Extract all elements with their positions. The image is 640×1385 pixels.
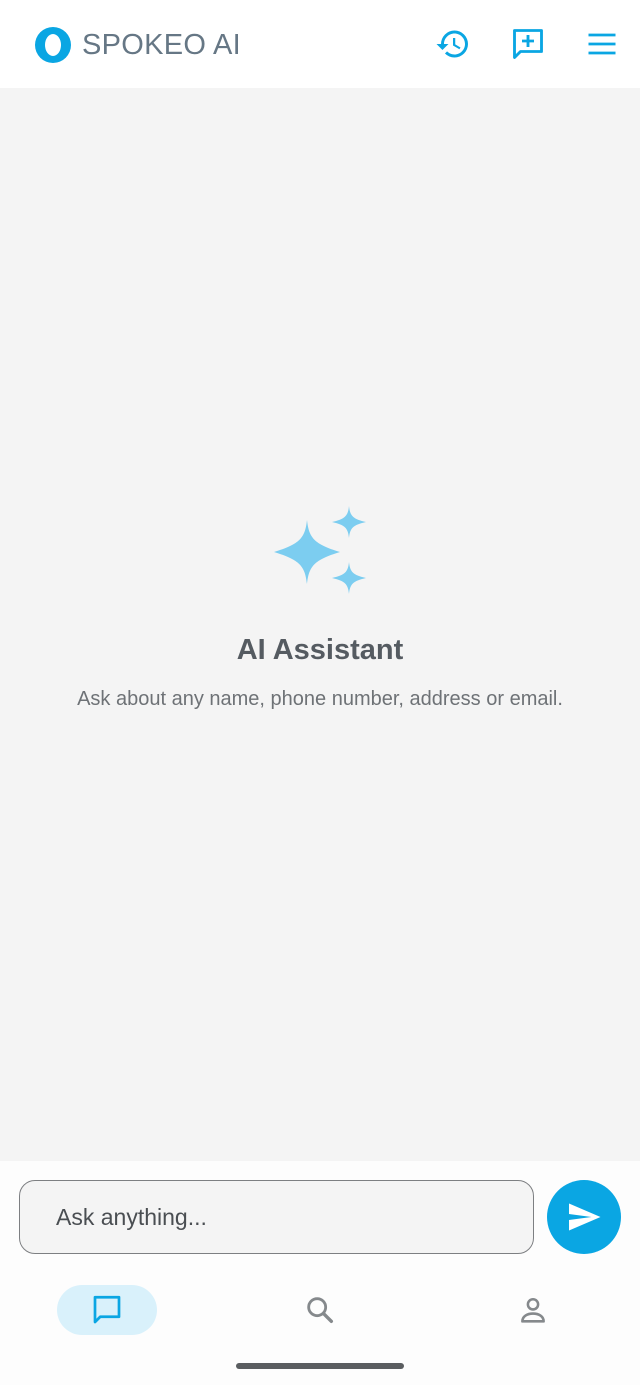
send-icon (569, 1203, 601, 1231)
send-button[interactable] (547, 1180, 621, 1254)
message-input[interactable] (56, 1181, 497, 1253)
chat-area: AI Assistant Ask about any name, phone n… (0, 88, 640, 1161)
message-input-box[interactable] (19, 1180, 534, 1254)
app-header: SPOKEO AI (0, 0, 640, 88)
assistant-subtitle: Ask about any name, phone number, addres… (77, 688, 563, 710)
history-icon (436, 30, 468, 58)
nav-profile[interactable] (483, 1285, 583, 1335)
menu-icon (588, 33, 616, 55)
nav-chat[interactable] (57, 1285, 157, 1335)
assistant-title: AI Assistant (236, 634, 404, 666)
brand-name: SPOKEO AI (82, 29, 242, 61)
new-chat-button[interactable] (508, 24, 548, 64)
search-icon (307, 1297, 334, 1324)
nav-search[interactable] (270, 1285, 370, 1335)
history-button[interactable] (433, 24, 473, 64)
sparkle-icon (274, 506, 366, 594)
new-chat-icon (513, 29, 543, 59)
menu-button[interactable] (582, 24, 622, 64)
bottom-nav (0, 1285, 640, 1385)
gesture-bar[interactable] (236, 1363, 404, 1369)
person-icon (521, 1297, 545, 1323)
chat-icon (93, 1295, 121, 1324)
spokeo-logo-icon (35, 27, 71, 63)
